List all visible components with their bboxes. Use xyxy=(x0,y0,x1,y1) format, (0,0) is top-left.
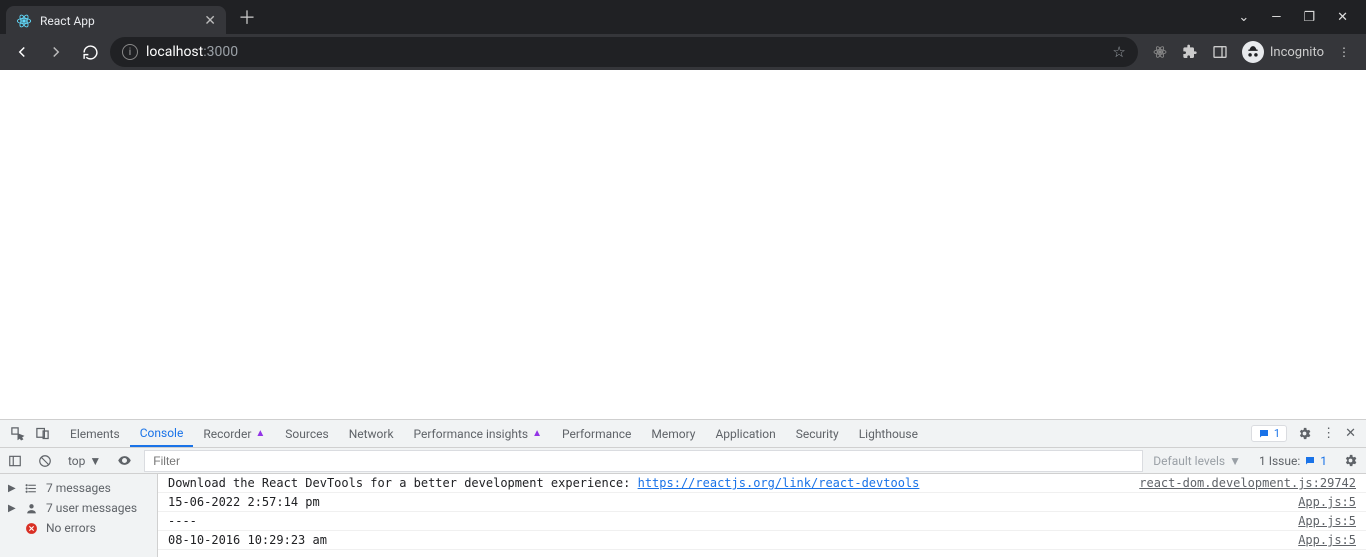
log-levels-selector[interactable]: Default levels ▼ xyxy=(1143,454,1251,468)
device-toolbar-icon[interactable] xyxy=(35,426,50,441)
log-source-link[interactable]: App.js:5 xyxy=(1298,514,1356,528)
context-label: top xyxy=(68,454,85,468)
side-panel-icon[interactable] xyxy=(1212,44,1228,60)
console-log-row[interactable]: 15-06-2022 2:57:14 pm App.js:5 xyxy=(158,493,1366,512)
tab-title: React App xyxy=(40,14,196,28)
console-sidebar: ▶ 7 messages ▶ 7 user messages No errors xyxy=(0,474,158,557)
url-port: :3000 xyxy=(203,44,238,60)
list-icon xyxy=(24,482,38,495)
devtools-tab-memory[interactable]: Memory xyxy=(641,420,705,447)
inspect-element-icon[interactable] xyxy=(10,426,25,441)
browser-toolbar: i localhost:3000 ☆ Incognito xyxy=(0,34,1366,70)
reload-button[interactable] xyxy=(76,38,104,66)
address-bar[interactable]: i localhost:3000 ☆ xyxy=(110,37,1138,67)
devtools-tab-sources[interactable]: Sources xyxy=(275,420,338,447)
sidebar-label: 7 messages xyxy=(46,481,111,495)
browser-tab[interactable]: React App ✕ xyxy=(6,6,226,36)
toolbar-right-icons: Incognito ⋮ xyxy=(1144,41,1358,63)
caret-icon: ▶ xyxy=(8,483,16,494)
devtools-tab-recorder[interactable]: Recorder▲ xyxy=(193,420,275,447)
log-message: 15-06-2022 2:57:14 pm xyxy=(168,495,1288,509)
url-text: localhost:3000 xyxy=(146,44,238,60)
devtools-tab-application[interactable]: Application xyxy=(705,420,785,447)
chevron-down-icon: ▼ xyxy=(89,454,101,468)
devtools-tab-network[interactable]: Network xyxy=(339,420,404,447)
extension-react-icon[interactable] xyxy=(1152,44,1168,60)
issues-count: 1 xyxy=(1320,454,1327,468)
context-selector[interactable]: top ▼ xyxy=(60,454,109,468)
log-link[interactable]: https://reactjs.org/link/react-devtools xyxy=(638,476,920,490)
log-message: Download the React DevTools for a better… xyxy=(168,476,1129,490)
close-window-icon[interactable]: ✕ xyxy=(1337,10,1348,25)
live-expression-icon[interactable] xyxy=(109,453,140,468)
sidebar-item[interactable]: No errors xyxy=(0,518,157,538)
user-icon xyxy=(24,502,38,515)
page-content xyxy=(0,70,1366,419)
log-message: 08-10-2016 10:29:23 am xyxy=(168,533,1288,547)
messages-count: 1 xyxy=(1274,427,1280,440)
chevron-down-icon: ▼ xyxy=(1229,454,1241,468)
console-filter xyxy=(144,450,1143,472)
minimize-icon[interactable]: ― xyxy=(1271,10,1281,25)
devtools-tab-elements[interactable]: Elements xyxy=(60,420,130,447)
sidebar-item[interactable]: ▶ 7 user messages xyxy=(0,498,157,518)
devtools-more-icon[interactable]: ⋮ xyxy=(1322,426,1335,441)
tab-close-icon[interactable]: ✕ xyxy=(204,13,216,29)
extensions-icon[interactable] xyxy=(1182,44,1198,60)
issues-label: 1 Issue: xyxy=(1259,454,1300,468)
browser-chrome: React App ✕ ＋ ⌄ ― ❐ ✕ i localhost:3000 ☆ xyxy=(0,0,1366,70)
console-body: ▶ 7 messages ▶ 7 user messages No errors Dow… xyxy=(0,474,1366,557)
window-controls: ⌄ ― ❐ ✕ xyxy=(1238,10,1366,25)
console-sidebar-toggle-icon[interactable] xyxy=(0,454,30,468)
console-log-row[interactable]: ---- App.js:5 xyxy=(158,512,1366,531)
devtools-tabbar: ElementsConsoleRecorder▲SourcesNetworkPe… xyxy=(0,420,1366,448)
console-toolbar: top ▼ Default levels ▼ 1 Issue: 1 xyxy=(0,448,1366,474)
log-source-link[interactable]: react-dom.development.js:29742 xyxy=(1139,476,1356,490)
bookmark-star-icon[interactable]: ☆ xyxy=(1112,43,1125,61)
devtools-settings-icon[interactable] xyxy=(1297,426,1312,441)
console-log-row[interactable]: Download the React DevTools for a better… xyxy=(158,474,1366,493)
experimental-icon: ▲ xyxy=(255,428,265,439)
console-log-row[interactable]: 08-10-2016 10:29:23 am App.js:5 xyxy=(158,531,1366,550)
react-icon xyxy=(16,13,32,29)
devtools-tab-performance[interactable]: Performance xyxy=(552,420,641,447)
sidebar-label: No errors xyxy=(46,521,96,535)
error-icon xyxy=(24,522,38,535)
url-host: localhost xyxy=(146,44,203,60)
log-source-link[interactable]: App.js:5 xyxy=(1298,533,1356,547)
devtools-tab-security[interactable]: Security xyxy=(786,420,849,447)
devtools-tab-performance-insights[interactable]: Performance insights▲ xyxy=(404,420,552,447)
sidebar-label: 7 user messages xyxy=(46,501,137,515)
incognito-icon xyxy=(1242,41,1264,63)
log-source-link[interactable]: App.js:5 xyxy=(1298,495,1356,509)
incognito-indicator[interactable]: Incognito xyxy=(1242,41,1324,63)
console-filter-input[interactable] xyxy=(144,450,1143,472)
tab-search-icon[interactable]: ⌄ xyxy=(1238,10,1249,25)
devtools-tab-lighthouse[interactable]: Lighthouse xyxy=(849,420,928,447)
console-settings-icon[interactable] xyxy=(1335,453,1366,468)
experimental-icon: ▲ xyxy=(532,428,542,439)
clear-console-icon[interactable] xyxy=(30,454,60,468)
new-tab-button[interactable]: ＋ xyxy=(238,4,256,30)
forward-button[interactable] xyxy=(42,38,70,66)
console-output: Download the React DevTools for a better… xyxy=(158,474,1366,557)
tab-strip: React App ✕ ＋ ⌄ ― ❐ ✕ xyxy=(0,0,1366,34)
browser-menu-icon[interactable]: ⋮ xyxy=(1338,45,1350,59)
devtools-close-icon[interactable]: ✕ xyxy=(1345,426,1356,441)
incognito-label: Incognito xyxy=(1270,45,1324,60)
sidebar-item[interactable]: ▶ 7 messages xyxy=(0,478,157,498)
site-info-icon[interactable]: i xyxy=(122,44,138,60)
devtools-panel: ElementsConsoleRecorder▲SourcesNetworkPe… xyxy=(0,419,1366,557)
log-message: ---- xyxy=(168,514,1288,528)
devtools-tab-console[interactable]: Console xyxy=(130,420,194,447)
levels-label: Default levels xyxy=(1153,454,1225,468)
caret-icon: ▶ xyxy=(8,503,16,514)
back-button[interactable] xyxy=(8,38,36,66)
issues-indicator[interactable]: 1 Issue: 1 xyxy=(1251,454,1335,468)
maximize-icon[interactable]: ❐ xyxy=(1303,10,1315,25)
messages-chip[interactable]: 1 xyxy=(1251,425,1287,442)
